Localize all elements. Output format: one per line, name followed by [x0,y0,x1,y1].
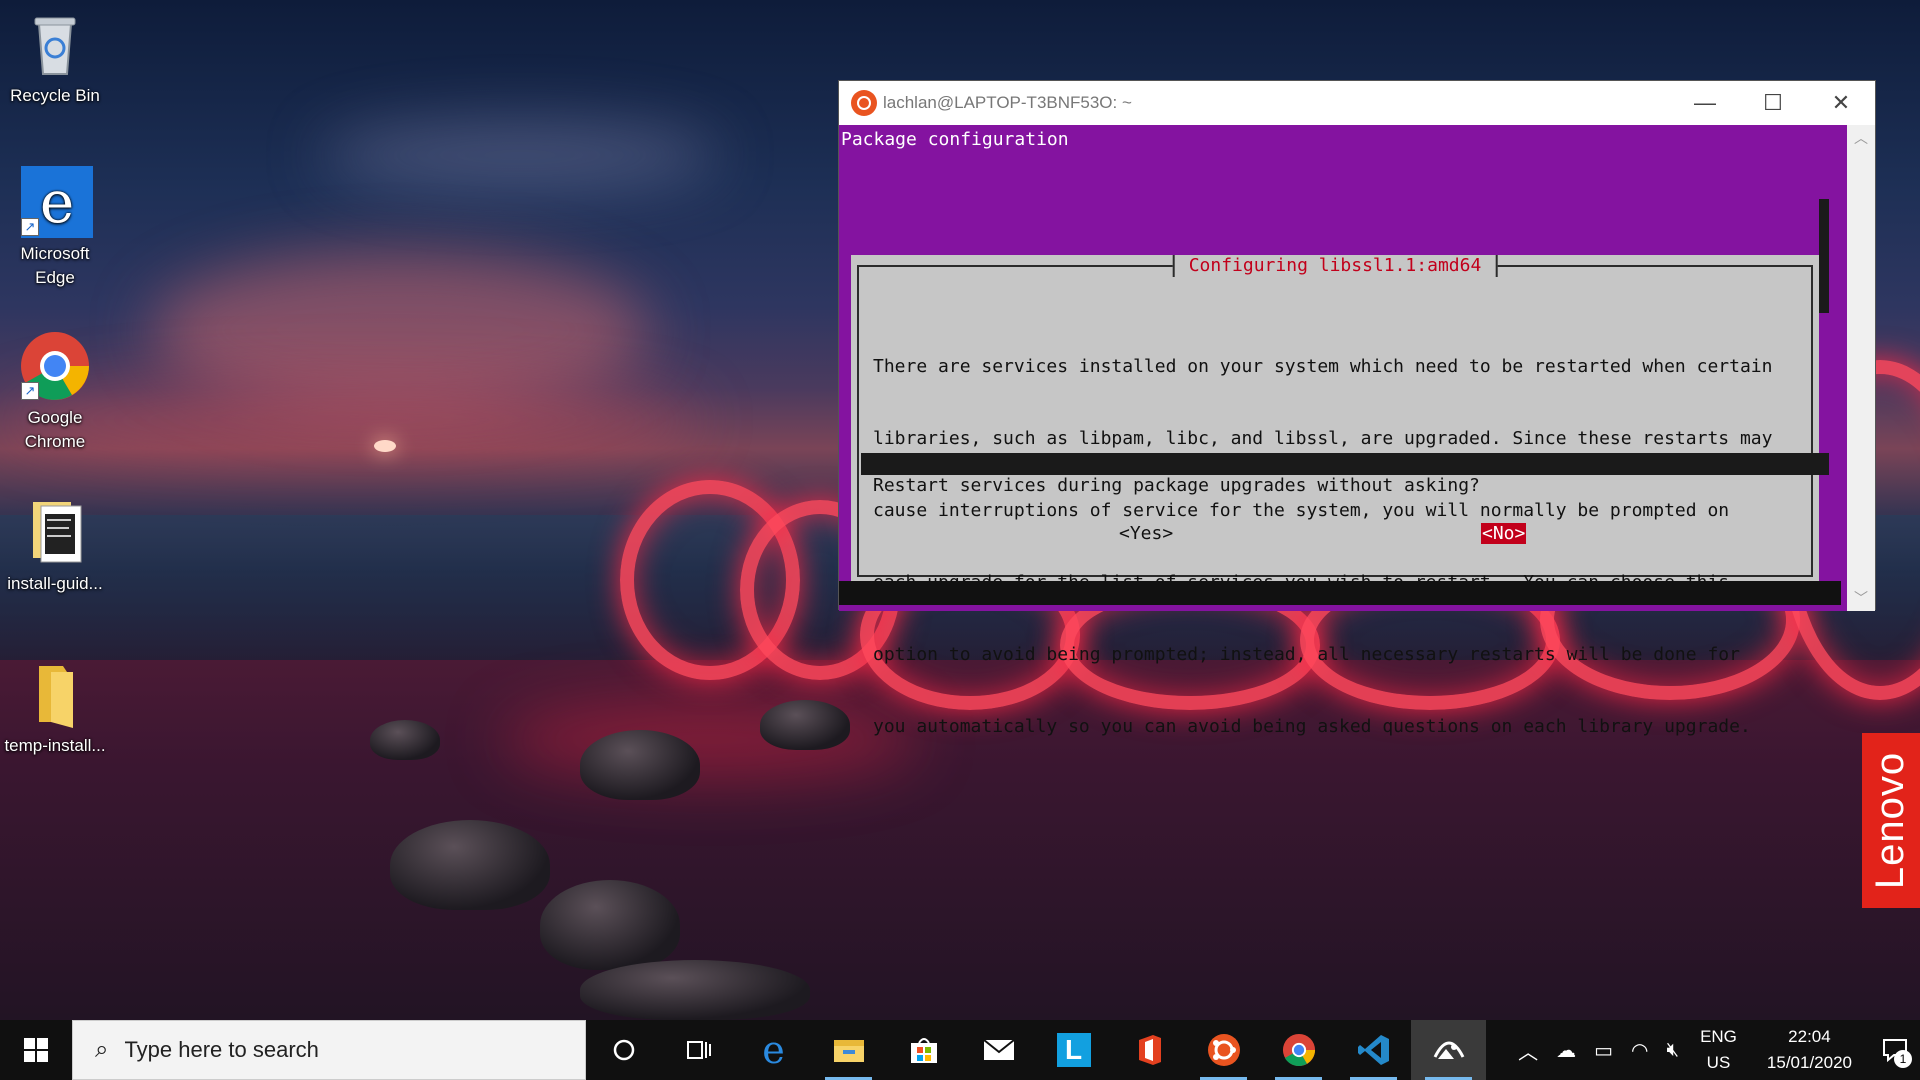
taskbar-edge[interactable]: e [736,1020,811,1080]
photos-icon [1433,1041,1464,1059]
maximize-button[interactable]: ☐ [1739,81,1807,125]
install-guide-label: install-guid... [7,574,103,593]
battery-icon[interactable]: ▭ [1594,1038,1613,1063]
vscode-icon [1357,1035,1389,1065]
task-view-icon [686,1041,711,1059]
taskbar-vscode[interactable] [1336,1020,1411,1080]
task-view-button[interactable] [661,1020,736,1080]
file-explorer-icon [833,1040,864,1062]
taskbar-office[interactable] [1111,1020,1186,1080]
onedrive-icon[interactable]: ☁ [1556,1038,1576,1063]
recycle-bin-icon [19,8,91,80]
dialog-shadow [1819,199,1829,313]
dialog-line: libraries, such as libpam, libc, and lib… [873,428,1773,449]
dialog-line: option to avoid being prompted; instead,… [873,644,1740,665]
keyboard-layout: US [1706,1053,1731,1072]
dialog-message: There are services installed on your sys… [873,307,1803,787]
debconf-dialog: Configuring libssl1.1:amd64 There are se… [851,255,1819,737]
language-indicator[interactable]: ENG US [1700,1024,1737,1076]
dialog-line: you automatically so you can avoid being… [873,716,1751,737]
folder-icon [19,658,91,730]
temp-install-label: temp-install... [4,736,106,755]
wifi-icon[interactable]: ◠ [1631,1038,1648,1063]
clock-date: 15/01/2020 [1766,1053,1852,1072]
language-code: ENG [1700,1027,1737,1046]
clock-time: 22:04 [1788,1027,1831,1046]
mail-icon [982,1039,1015,1060]
chrome-label: Google Chrome [24,408,86,451]
dialog-border: Configuring libssl1.1:amd64 There are se… [857,255,1813,737]
taskbar-mail[interactable] [961,1020,1036,1080]
terminal-bottom-bar [839,581,1841,605]
search-icon: ⌕ [95,1036,109,1063]
edge-label: Microsoft Edge [20,244,90,287]
edge-icon: e [762,1028,785,1072]
lenovo-badge: Lenovo [1862,733,1920,908]
volume-icon[interactable]: 🔇︎ [1666,1039,1679,1062]
dialog-title: Configuring libssl1.1:amd64 [1172,255,1498,277]
l-app-icon: L [1056,1033,1091,1067]
desktop-icon-temp-install[interactable]: temp-install... [0,658,110,758]
terminal-content[interactable]: Package configuration Configuring libssl… [839,125,1849,737]
taskbar-store[interactable] [886,1020,961,1080]
action-center-button[interactable]: 1 [1870,1020,1920,1080]
edge-icon: e ↗ [19,166,93,238]
taskbar-photos[interactable] [1411,1020,1486,1080]
dialog-question: Restart services during package upgrades… [873,475,1480,496]
taskbar: ⌕ Type here to search e L ︿ ☁ ▭ ◠ 🔇︎ ENG… [0,1020,1920,1080]
taskbar-search-box[interactable]: ⌕ Type here to search [72,1020,586,1080]
dialog-line: cause interruptions of service for the s… [873,500,1730,521]
notification-count: 1 [1894,1050,1912,1068]
ubuntu-icon [851,90,877,116]
chrome-icon [1282,1033,1315,1067]
office-icon [1138,1035,1161,1065]
dialog-line: There are services installed on your sys… [873,356,1773,377]
windows-icon [24,1038,48,1062]
desktop-icon-recycle-bin[interactable]: Recycle Bin [0,8,110,108]
package-configuration-header: Package configuration [841,129,1069,150]
taskbar-chrome[interactable] [1261,1020,1336,1080]
dialog-bottom-shadow [861,453,1829,475]
search-placeholder: Type here to search [124,1037,319,1062]
window-title: lachlan@LAPTOP-T3BNF53O: ~ [883,93,1132,112]
no-button[interactable]: <No> [1481,523,1527,544]
window-titlebar[interactable]: lachlan@LAPTOP-T3BNF53O: ~ — ☐ ✕ [839,81,1875,125]
ubuntu-icon [1207,1034,1240,1066]
scroll-up-icon[interactable]: ︿ [1847,125,1875,151]
desktop-icon-chrome[interactable]: ↗ Google Chrome [0,330,110,454]
system-tray: ︿ ☁ ▭ ◠ 🔇︎ ENG US 22:04 15/01/2020 1 [1509,1020,1920,1080]
taskbar-ubuntu[interactable] [1186,1020,1261,1080]
clock[interactable]: 22:04 15/01/2020 [1767,1024,1852,1076]
chevron-up-icon[interactable]: ︿ [1518,1036,1538,1065]
desktop-icon-edge[interactable]: e ↗ Microsoft Edge [0,166,110,290]
text-file-icon [19,496,91,568]
cortana-icon [613,1039,634,1061]
terminal-scrollbar[interactable]: ︿ ﹀ [1847,125,1875,611]
close-button[interactable]: ✕ [1807,81,1875,125]
cortana-button[interactable] [586,1020,661,1080]
shortcut-arrow-icon: ↗ [21,218,39,236]
recycle-bin-label: Recycle Bin [10,86,100,105]
scroll-down-icon[interactable]: ﹀ [1847,585,1875,611]
microsoft-store-icon [910,1038,937,1063]
minimize-button[interactable]: — [1671,81,1739,125]
desktop-icon-install-guide[interactable]: install-guid... [0,496,110,596]
taskbar-l-app[interactable]: L [1036,1020,1111,1080]
chrome-icon: ↗ [19,330,91,402]
shortcut-arrow-icon: ↗ [21,382,39,400]
start-button[interactable] [0,1020,72,1080]
taskbar-file-explorer[interactable] [811,1020,886,1080]
yes-button[interactable]: <Yes> [1119,523,1173,544]
terminal-window[interactable]: lachlan@LAPTOP-T3BNF53O: ~ — ☐ ✕ Package… [838,80,1876,737]
